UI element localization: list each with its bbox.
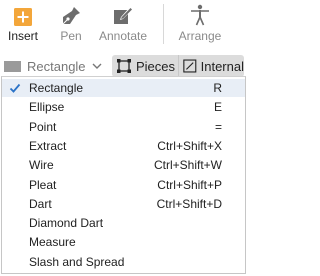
arrange-label: Arrange: [178, 29, 222, 43]
chevron-down-icon: [92, 63, 102, 69]
toolbar-divider: [163, 4, 164, 44]
pieces-label: Pieces: [136, 58, 176, 74]
menu-item-label: Wire: [29, 158, 54, 173]
menu-item-shortcut: Ctrl+Shift+D: [156, 196, 222, 211]
pen-button[interactable]: Pen: [46, 0, 96, 50]
menu-item[interactable]: Wire Ctrl+Shift+W: [2, 156, 245, 174]
menu-item-label: Pleat: [29, 177, 57, 192]
internal-icon: [183, 59, 197, 73]
internal-label: Internal: [200, 58, 244, 74]
annotate-pencil-icon: [108, 0, 138, 26]
menu-item-shortcut: Ctrl+Shift+X: [157, 138, 222, 153]
menu-item-shortcut: Ctrl+Shift+W: [153, 158, 222, 173]
menu-item[interactable]: Diamond Dart: [2, 214, 245, 232]
menu-item-label: Dart: [29, 196, 52, 211]
pieces-toggle[interactable]: Pieces: [112, 55, 178, 77]
menu-item-label: Slash and Spread: [29, 254, 125, 269]
insert-button[interactable]: Insert: [0, 0, 46, 50]
annotate-label: Annotate: [98, 29, 148, 43]
menu-item[interactable]: Pleat Ctrl+Shift+P: [2, 176, 245, 194]
menu-item-shortcut: E: [213, 100, 222, 115]
pen-label: Pen: [60, 29, 82, 43]
pen-nib-icon: [56, 0, 86, 26]
menu-item[interactable]: Extract Ctrl+Shift+X: [2, 137, 245, 155]
arrange-button[interactable]: Arrange: [172, 0, 228, 50]
menu-item-label: Measure: [29, 235, 76, 250]
menu-item-label: Ellipse: [29, 100, 65, 115]
menu-item[interactable]: Point =: [2, 118, 245, 136]
pieces-icon: [117, 59, 131, 73]
menu-item-shortcut: Ctrl+Shift+P: [157, 177, 222, 192]
menu-item-label: Extract: [29, 138, 67, 153]
menu-item-label: Point: [29, 119, 57, 134]
menu-item[interactable]: Slash and Spread: [2, 253, 245, 271]
shape-type-menu: Rectangle R Ellipse E Point = Extract Ctrl+Shif…: [1, 76, 246, 274]
shape-type-dropdown[interactable]: Rectangle: [2, 55, 102, 77]
checkmark-icon: [9, 83, 21, 93]
person-figure-icon: [185, 0, 215, 26]
internal-toggle[interactable]: Internal: [178, 55, 244, 77]
menu-item[interactable]: Rectangle R: [2, 79, 245, 97]
annotate-button[interactable]: Annotate: [96, 0, 150, 50]
shape-type-value: Rectangle: [27, 58, 86, 74]
menu-item-label: Rectangle: [29, 81, 84, 95]
menu-item[interactable]: Dart Ctrl+Shift+D: [2, 195, 245, 213]
plus-square-icon: [8, 0, 38, 26]
toolbar: Insert Pen Annotate Arrange: [0, 0, 248, 50]
rectangle-swatch-icon: [4, 60, 21, 72]
menu-item[interactable]: Ellipse E: [2, 98, 245, 116]
menu-item-shortcut: R: [213, 81, 222, 95]
menu-item[interactable]: Measure: [2, 233, 245, 251]
selector-row: Rectangle Pieces Internal: [0, 55, 248, 77]
menu-item-label: Diamond Dart: [29, 216, 104, 231]
insert-label: Insert: [7, 29, 38, 43]
menu-item-shortcut: =: [214, 119, 222, 134]
